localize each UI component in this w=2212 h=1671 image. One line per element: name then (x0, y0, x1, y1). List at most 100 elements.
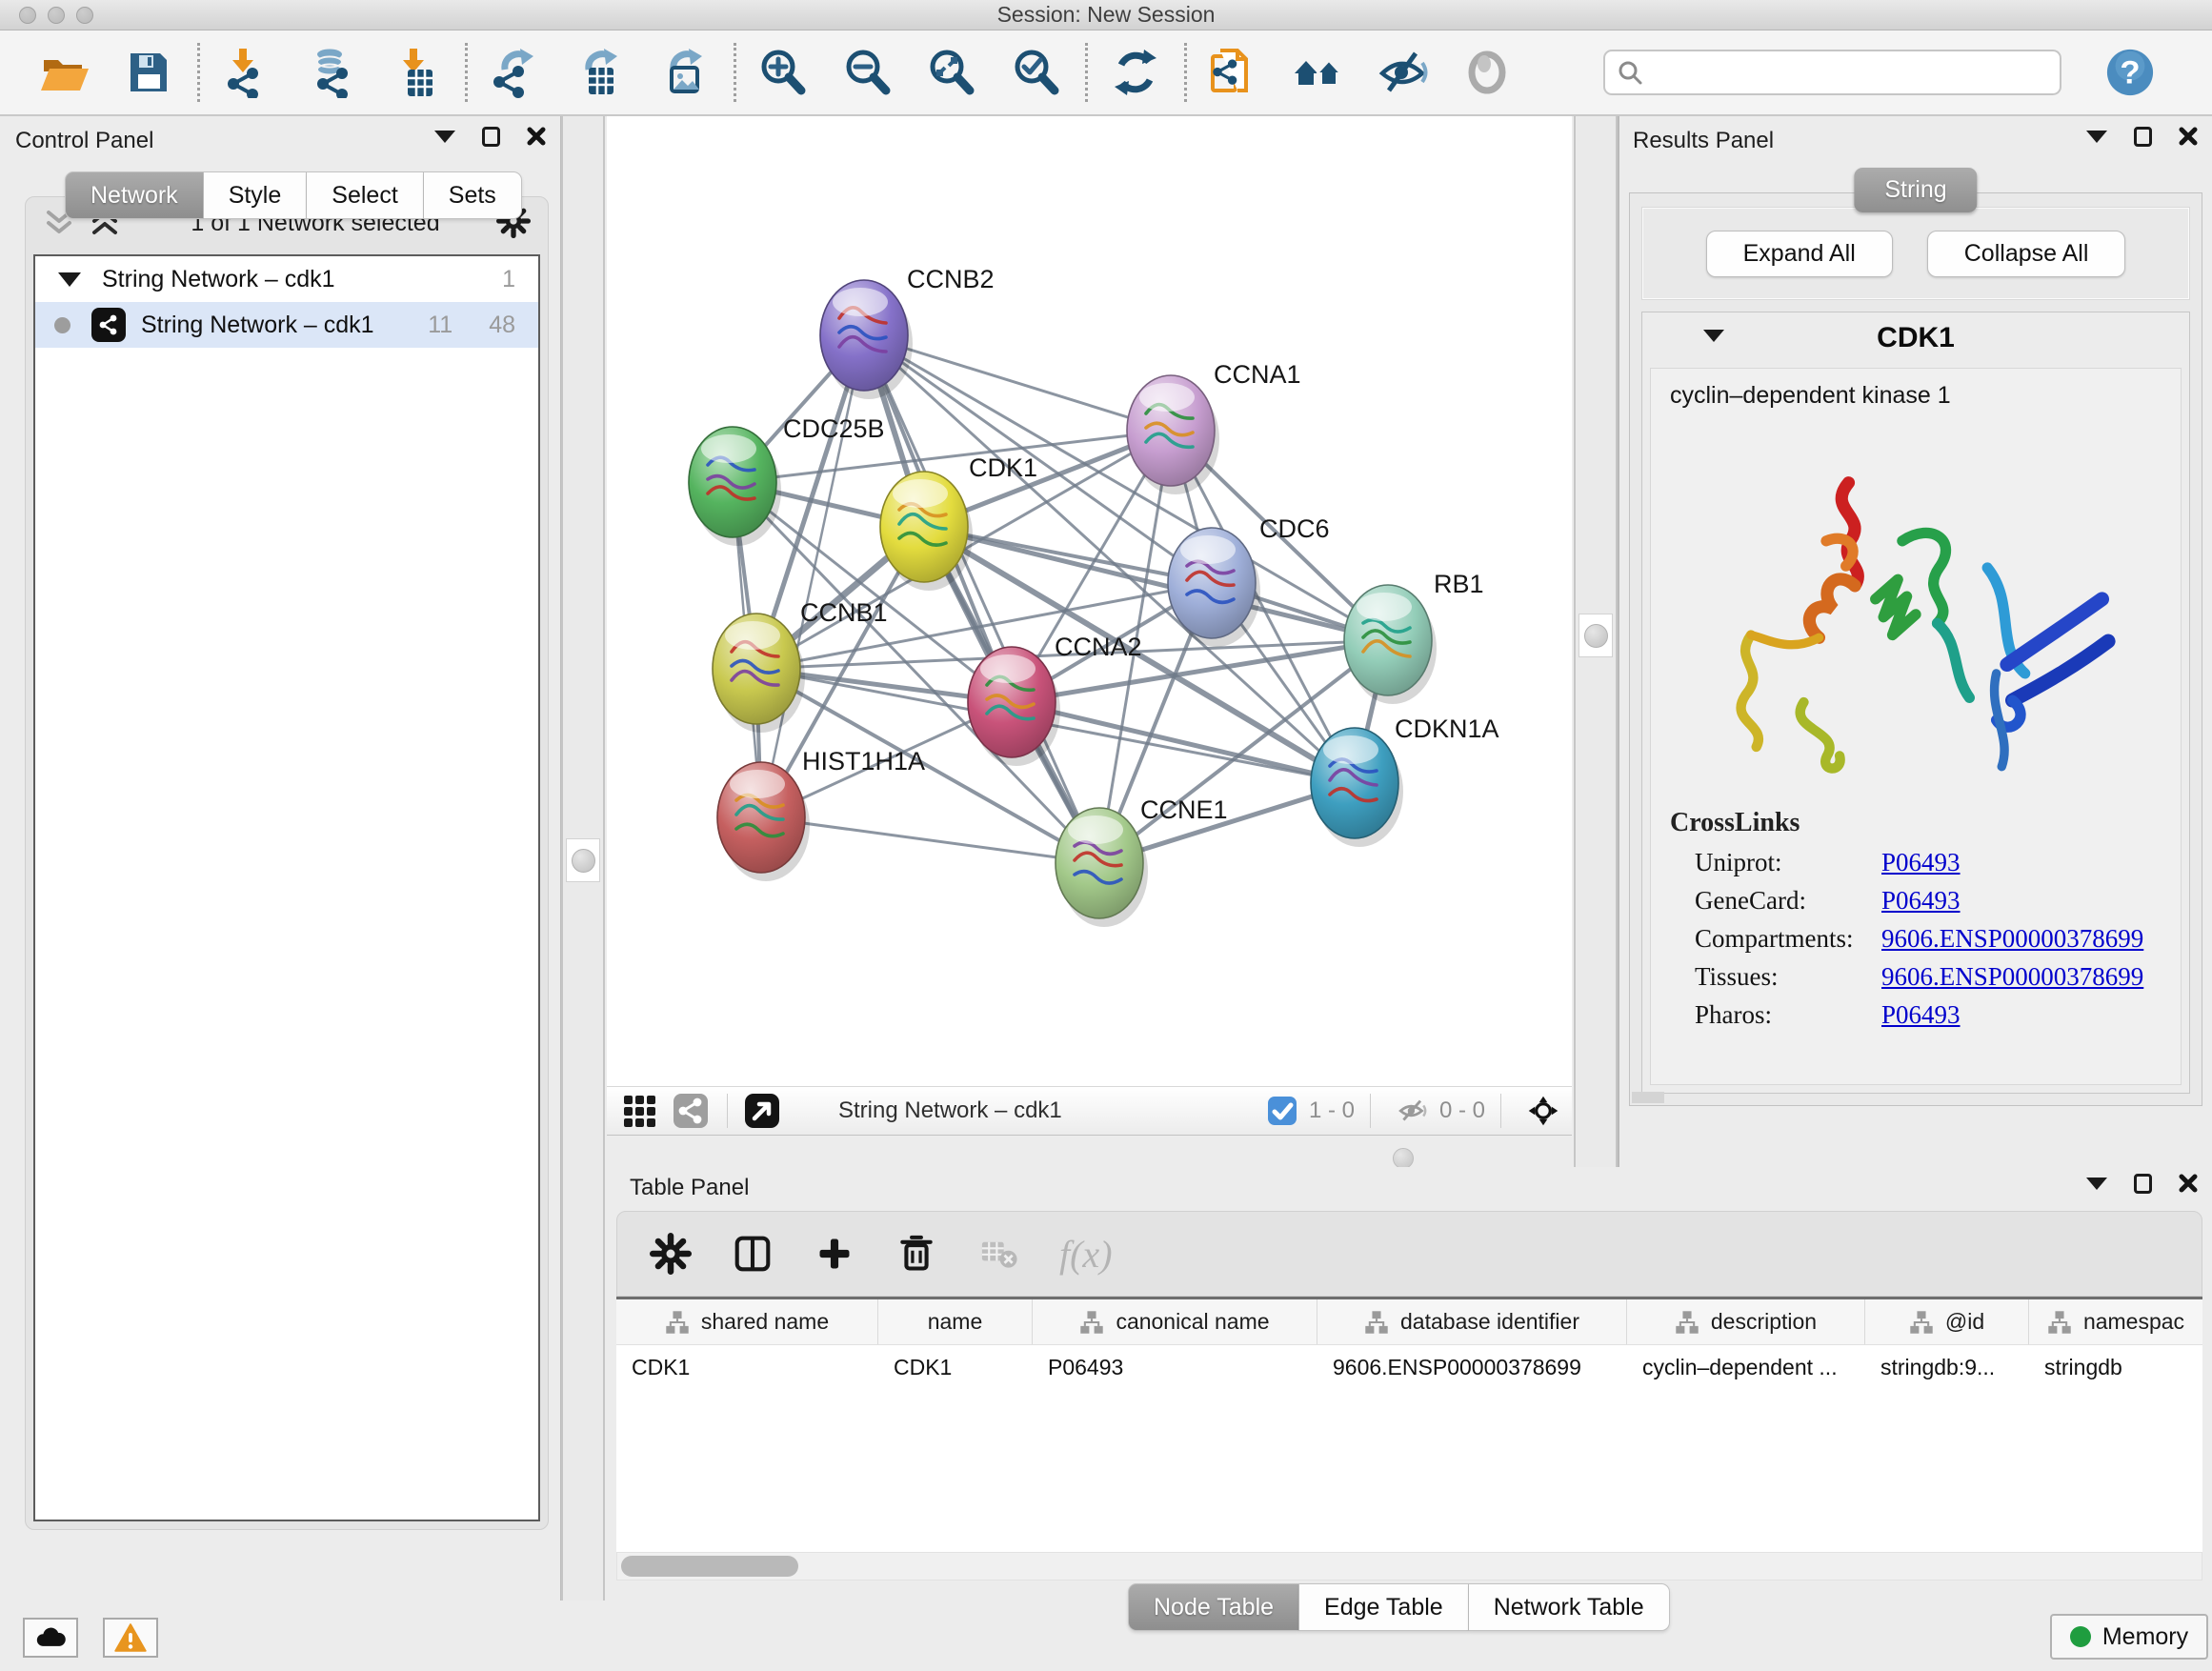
column-header-sharedname[interactable]: shared name (616, 1299, 878, 1344)
edge-HIST1H1A-CCNE1[interactable] (761, 817, 1099, 863)
table-cell[interactable]: CDK1 (616, 1345, 878, 1389)
node-HIST1H1A[interactable]: HIST1H1A (717, 747, 925, 881)
column-header-canonicalname[interactable]: canonical name (1033, 1299, 1317, 1344)
right-splitter[interactable] (1574, 116, 1618, 1167)
network-canvas[interactable]: CCNB2 CCNA1 CDC25B CDK1 CDC6 RB1 CCNB1 (607, 116, 1572, 1086)
grid-view-icon[interactable] (620, 1092, 658, 1130)
column-header-databaseidentifier[interactable]: database identifier (1317, 1299, 1627, 1344)
panel-menu-icon[interactable] (434, 126, 455, 147)
table-cell[interactable]: stringdb:9... (1865, 1345, 2029, 1389)
add-column-icon[interactable] (814, 1233, 855, 1275)
panel-menu-icon[interactable] (2086, 1173, 2107, 1194)
table-horizontal-scrollbar[interactable] (616, 1552, 2202, 1580)
warning-button[interactable] (103, 1618, 158, 1658)
network-tab-body: 1 of 1 Network selected String Network –… (25, 196, 549, 1530)
node-CDC6[interactable]: CDC6 (1168, 514, 1330, 647)
help-button[interactable]: ? (2105, 48, 2155, 97)
import-network-file-button[interactable] (221, 46, 273, 99)
edge-CCNB2-HIST1H1A[interactable] (761, 335, 864, 817)
table-row[interactable]: CDK1CDK1P064939606.ENSP00000378699cyclin… (616, 1345, 2202, 1389)
collapse-all-button[interactable]: Collapse All (1927, 231, 2126, 277)
tab-node-table[interactable]: Node Table (1128, 1583, 1299, 1631)
edge-CCNB2-CCNE1[interactable] (864, 335, 1099, 863)
network-nodes: CCNB2 CCNA1 CDC25B CDK1 CDC6 RB1 CCNB1 (689, 265, 1499, 927)
birdseye-icon[interactable] (1528, 1096, 1558, 1126)
export-network-button[interactable] (489, 46, 541, 99)
horizontal-splitter-handle[interactable] (1393, 1148, 1414, 1169)
node-CCNE1[interactable]: CCNE1 (1056, 795, 1228, 927)
node-CCNA2[interactable]: CCNA2 (968, 633, 1142, 766)
open-in-new-icon[interactable] (743, 1092, 781, 1130)
table-cell[interactable]: 9606.ENSP00000378699 (1317, 1345, 1627, 1389)
column-header-name[interactable]: name (878, 1299, 1033, 1344)
export-table-button[interactable] (573, 46, 626, 99)
gray-eye-button[interactable] (1461, 46, 1514, 99)
home-view-button[interactable] (1293, 46, 1345, 99)
tab-network-table[interactable]: Network Table (1469, 1583, 1670, 1631)
network-graph[interactable]: CCNB2 CCNA1 CDC25B CDK1 CDC6 RB1 CCNB1 (607, 116, 1572, 1086)
gene-entry-header[interactable]: CDK1 (1642, 312, 2189, 366)
tab-select[interactable]: Select (307, 171, 423, 219)
table-cell[interactable]: stringdb (2029, 1345, 2202, 1389)
node-CDKN1A[interactable]: CDKN1A (1311, 715, 1499, 847)
close-panel-icon[interactable] (2178, 126, 2199, 147)
splitter-handle[interactable] (572, 849, 595, 873)
table-options-gear-icon[interactable] (650, 1233, 692, 1275)
node-CCNB2[interactable]: CCNB2 (820, 265, 995, 399)
tab-sets[interactable]: Sets (424, 171, 522, 219)
crosslink-link[interactable]: P06493 (1881, 848, 1961, 877)
table-cell[interactable]: cyclin–dependent ... (1627, 1345, 1865, 1389)
table-cell[interactable]: P06493 (1033, 1345, 1317, 1389)
float-panel-icon[interactable] (2132, 1173, 2153, 1194)
expand-all-button[interactable]: Expand All (1706, 231, 1893, 277)
left-splitter[interactable] (561, 116, 605, 1601)
tab-edge-table[interactable]: Edge Table (1299, 1583, 1469, 1631)
search-input[interactable] (1653, 59, 2048, 86)
network-collection-row[interactable]: String Network – cdk1 1 (35, 256, 538, 302)
column-header-id[interactable]: @id (1865, 1299, 2029, 1344)
column-header-namespac[interactable]: namespac (2029, 1299, 2202, 1344)
hidden-eye-icon[interactable] (1398, 1096, 1428, 1126)
tree-expand-icon[interactable] (58, 272, 81, 287)
close-panel-icon[interactable] (526, 126, 547, 147)
edge-CCNA2-CDKN1A[interactable] (1012, 702, 1355, 783)
crosslink-link[interactable]: 9606.ENSP00000378699 (1881, 924, 2143, 954)
tab-network[interactable]: Network (65, 171, 204, 219)
memory-button[interactable]: Memory (2050, 1614, 2208, 1660)
crosslink-link[interactable]: P06493 (1881, 886, 1961, 916)
save-session-button[interactable] (123, 46, 175, 99)
export-image-button[interactable] (658, 46, 711, 99)
float-panel-icon[interactable] (480, 126, 501, 147)
crosslink-link[interactable]: P06493 (1881, 1000, 1961, 1030)
splitter-handle[interactable] (1584, 624, 1608, 648)
float-panel-icon[interactable] (2132, 126, 2153, 147)
node-RB1[interactable]: RB1 (1344, 570, 1484, 704)
crosslink-link[interactable]: 9606.ENSP00000378699 (1881, 962, 2143, 992)
results-scrollbar-nub[interactable] (1632, 1092, 1664, 1103)
delete-column-icon[interactable] (895, 1233, 937, 1275)
tab-style[interactable]: Style (204, 171, 308, 219)
selected-checkbox-icon[interactable] (1267, 1096, 1297, 1126)
import-table-button[interactable] (391, 46, 443, 99)
close-panel-icon[interactable] (2178, 1173, 2199, 1194)
zoom-in-button[interactable] (757, 46, 810, 99)
table-cell[interactable]: CDK1 (878, 1345, 1033, 1389)
tab-string[interactable]: String (1854, 168, 1977, 212)
refresh-layout-button[interactable] (1109, 46, 1161, 99)
zoom-fit-button[interactable] (926, 46, 978, 99)
scrollbar-thumb[interactable] (621, 1556, 798, 1577)
panel-menu-icon[interactable] (2086, 126, 2107, 147)
zoom-out-button[interactable] (841, 46, 894, 99)
open-session-button[interactable] (38, 46, 90, 99)
column-header-description[interactable]: description (1627, 1299, 1865, 1344)
main-toolbar: ? (0, 30, 2212, 116)
hide-eye-button[interactable] (1377, 46, 1429, 99)
zoom-selected-button[interactable] (1011, 46, 1063, 99)
search-box[interactable] (1603, 50, 2061, 95)
network-share-icon[interactable] (672, 1092, 710, 1130)
share-document-button[interactable] (1208, 46, 1260, 99)
cloud-button[interactable] (23, 1618, 78, 1658)
import-network-database-button[interactable] (306, 46, 358, 99)
show-columns-icon[interactable] (732, 1233, 774, 1275)
network-row[interactable]: String Network – cdk1 11 48 (35, 302, 538, 348)
